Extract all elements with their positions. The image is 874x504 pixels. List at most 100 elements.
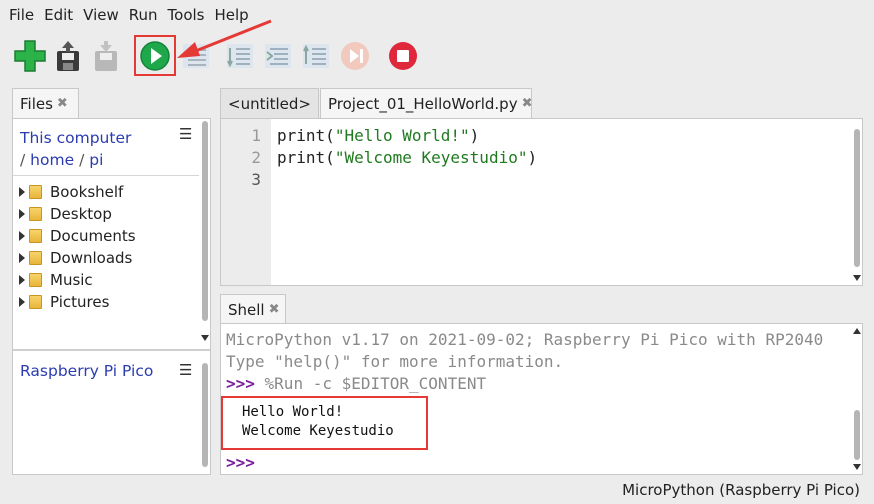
menu-edit[interactable]: Edit (39, 6, 78, 24)
list-item[interactable]: Pictures (19, 291, 136, 313)
computer-location: This computer / home / pi (20, 127, 131, 171)
tab-shell-label: Shell (228, 300, 265, 319)
list-item[interactable]: Documents (19, 225, 136, 247)
step-out-icon (303, 44, 329, 68)
shell-scrollbar[interactable] (853, 328, 861, 474)
toolbar (0, 34, 874, 80)
scrollbar-thumb[interactable] (202, 363, 208, 467)
folder-name: Music (50, 271, 93, 289)
code-func: print (277, 148, 326, 167)
menu-run[interactable]: Run (124, 6, 163, 24)
tab-label: Project_01_HelloWorld.py (328, 94, 518, 113)
files-panel: This computer / home / pi ☰ Bookshelf De… (12, 118, 211, 475)
tab-label: <untitled> (228, 94, 311, 113)
folder-icon (29, 273, 42, 287)
folder-tree: Bookshelf Desktop Documents Downloads Mu… (19, 181, 136, 313)
divider (13, 175, 199, 176)
step-out-button[interactable] (298, 38, 334, 74)
shell-prompt: >>> (226, 374, 255, 393)
stop-icon (389, 42, 417, 70)
shell-console[interactable]: MicroPython v1.17 on 2021-09-02; Raspber… (220, 323, 863, 475)
tab-untitled[interactable]: <untitled> (220, 88, 319, 118)
menu-icon[interactable]: ☰ (179, 125, 192, 143)
code-string: "Welcome Keyestudio" (334, 148, 528, 167)
close-icon[interactable]: ✖ (522, 96, 533, 111)
line-number: 1 (251, 126, 261, 145)
folder-name: Pictures (50, 293, 110, 311)
folder-icon (29, 295, 42, 309)
expand-icon[interactable] (19, 187, 25, 197)
menu-view[interactable]: View (78, 6, 124, 24)
breadcrumb-sep: / (79, 151, 85, 169)
tab-project[interactable]: Project_01_HelloWorld.py ✖ (320, 88, 533, 118)
expand-icon[interactable] (19, 297, 25, 307)
expand-icon[interactable] (19, 253, 25, 263)
breadcrumb-home[interactable]: home (30, 151, 74, 169)
output-highlight-box (221, 396, 428, 450)
pointer-arrow-icon (177, 19, 272, 58)
folder-icon (29, 207, 42, 221)
breadcrumb-pi[interactable]: pi (89, 151, 103, 169)
menu-bar: File Edit View Run Tools Help (0, 0, 874, 30)
menu-file[interactable]: File (4, 6, 39, 24)
code-func: print (277, 126, 326, 145)
folder-icon (29, 251, 42, 265)
expand-icon[interactable] (19, 275, 25, 285)
scrollbar-thumb[interactable] (854, 129, 860, 267)
list-item[interactable]: Bookshelf (19, 181, 136, 203)
folder-name: Downloads (50, 249, 133, 267)
new-file-icon (14, 40, 46, 72)
close-icon[interactable]: ✖ (57, 96, 68, 111)
scrollbar-thumb[interactable] (854, 410, 860, 460)
tab-files[interactable]: Files ✖ (12, 88, 79, 118)
shell-input-line[interactable]: >>> (226, 453, 255, 472)
shell-command-line: >>> %Run -c $EDITOR_CONTENT (226, 374, 486, 393)
folder-name: Desktop (50, 205, 112, 223)
close-icon[interactable]: ✖ (269, 302, 280, 317)
expand-icon[interactable] (19, 209, 25, 219)
scroll-up-icon[interactable] (853, 328, 861, 334)
scroll-down-icon[interactable] (201, 335, 209, 341)
shell-prompt: >>> (226, 453, 255, 472)
save-button[interactable] (88, 38, 124, 74)
scrollbar-thumb[interactable] (202, 121, 208, 321)
line-number: 3 (251, 170, 261, 189)
folder-icon (29, 229, 42, 243)
expand-icon[interactable] (19, 231, 25, 241)
folder-name: Documents (50, 227, 136, 245)
shell-command: %Run -c $EDITOR_CONTENT (254, 374, 487, 393)
code-line: print("Welcome Keyestudio") (277, 148, 538, 167)
stop-button[interactable] (385, 38, 421, 74)
folder-name: Bookshelf (50, 183, 124, 201)
files-scrollbar[interactable] (201, 121, 209, 343)
device-scrollbar[interactable] (201, 357, 209, 471)
folder-icon (29, 185, 42, 199)
editor-scrollbar[interactable] (853, 123, 861, 281)
breadcrumb-sep: / (20, 151, 26, 169)
tab-files-label: Files (20, 94, 53, 113)
shell-help: Type "help()" for more information. (226, 352, 564, 371)
this-computer-label: This computer (20, 129, 132, 147)
load-button[interactable] (50, 38, 86, 74)
list-item[interactable]: Desktop (19, 203, 136, 225)
code-line: print("Hello World!") (277, 126, 480, 145)
code-editor[interactable]: 1 2 3 print("Hello World!") print("Welco… (220, 118, 863, 286)
save-icon (95, 41, 117, 71)
list-item[interactable]: Music (19, 269, 136, 291)
interpreter-status[interactable]: MicroPython (Raspberry Pi Pico) (622, 481, 860, 499)
shell-banner: MicroPython v1.17 on 2021-09-02; Raspber… (226, 330, 824, 349)
run-highlight-box (134, 35, 176, 76)
list-item[interactable]: Downloads (19, 247, 136, 269)
breadcrumb: / home / pi (20, 149, 131, 171)
new-file-button[interactable] (12, 38, 48, 74)
menu-icon[interactable]: ☰ (179, 361, 192, 379)
line-number: 2 (251, 148, 261, 167)
scroll-down-icon[interactable] (853, 464, 861, 470)
resume-button[interactable] (337, 38, 373, 74)
scroll-down-icon[interactable] (853, 275, 861, 281)
tab-shell[interactable]: Shell ✖ (220, 294, 286, 324)
load-icon (57, 41, 79, 71)
device-location: Raspberry Pi Pico (20, 362, 154, 380)
code-string: "Hello World!" (334, 126, 470, 145)
pane-splitter[interactable] (13, 349, 210, 351)
